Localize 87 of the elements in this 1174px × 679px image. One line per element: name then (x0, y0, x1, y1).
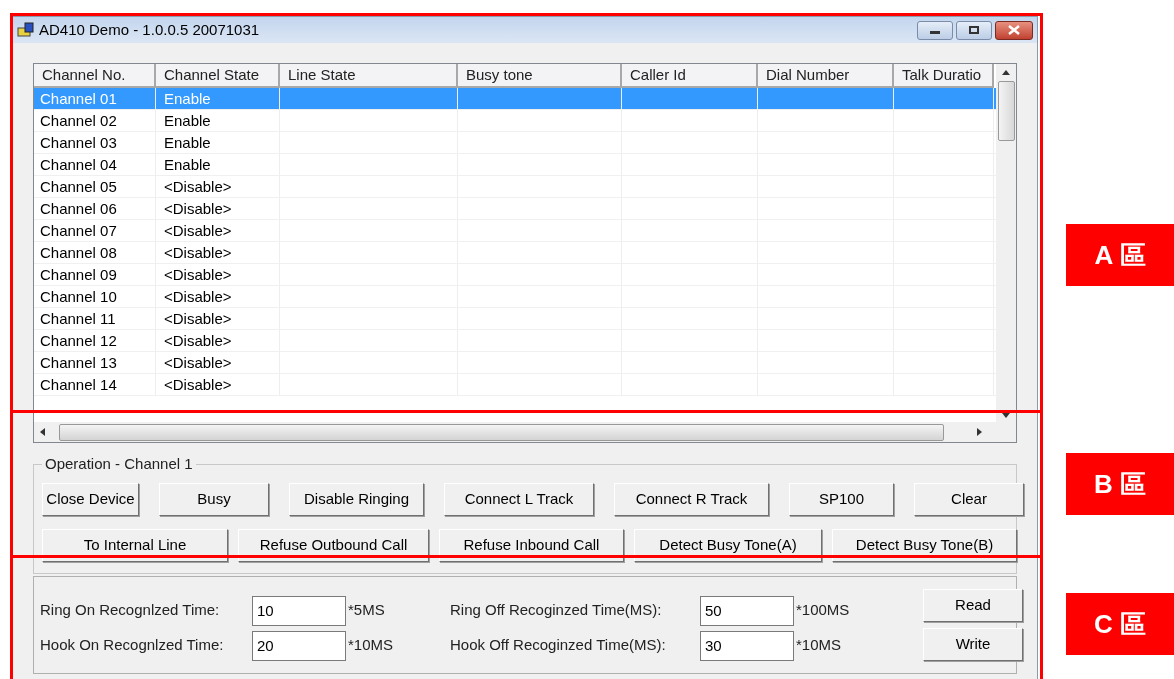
table-cell: <Disable> (156, 374, 280, 395)
action-button[interactable]: Connect R Track (614, 483, 769, 516)
table-cell: Channel 02 (34, 110, 156, 131)
field-label: Ring Off Recoginzed Time(MS): (450, 600, 663, 621)
left-arrow-icon (40, 428, 45, 436)
input-field[interactable]: 30 (700, 630, 794, 661)
table-cell: Channel 03 (34, 132, 156, 153)
scrollbar-thumb[interactable] (59, 423, 944, 441)
phone-app-icon (17, 22, 35, 38)
table-cell: <Disable> (156, 242, 280, 263)
table-cell: Channel 04 (34, 154, 156, 175)
table-cell: Channel 10 (34, 286, 156, 307)
table-cell: Enable (156, 110, 280, 131)
column-header[interactable]: Channel No. (34, 64, 156, 88)
down-arrow-icon (1002, 413, 1010, 418)
action-button[interactable]: Busy (159, 483, 269, 516)
column-header[interactable]: Caller Id (622, 64, 758, 88)
unit-label: *10MS (796, 635, 842, 656)
column-header[interactable]: Line State (280, 64, 458, 88)
table-cell: <Disable> (156, 220, 280, 241)
table-row[interactable]: Channel 10 <Disable> (34, 286, 996, 308)
close-icon (1008, 25, 1020, 35)
table-cell: Channel 07 (34, 220, 156, 241)
table-cell: <Disable> (156, 352, 280, 373)
column-header[interactable]: Talk Duratio (894, 64, 994, 88)
column-header[interactable]: Channel State (156, 64, 280, 88)
action-button[interactable]: Close Device (42, 483, 139, 516)
action-button[interactable]: Clear (914, 483, 1024, 516)
unit-label: *100MS (796, 600, 850, 621)
table-row[interactable]: Channel 04 Enable (34, 154, 996, 176)
field-label: Ring On Recognlzed Time: (40, 600, 221, 621)
region-label: A 區 (1066, 224, 1174, 286)
action-button[interactable]: Disable Ringing (289, 483, 424, 516)
table-row[interactable]: Channel 05 <Disable> (34, 176, 996, 198)
table-cell: <Disable> (156, 308, 280, 329)
minimize-button[interactable] (917, 20, 953, 40)
column-header[interactable]: Dial Number (758, 64, 894, 88)
table-cell: Channel 13 (34, 352, 156, 373)
up-arrow-icon (1002, 70, 1010, 75)
horizontal-scrollbar[interactable] (34, 422, 1016, 442)
unit-label: *5MS (348, 600, 385, 621)
table-cell: Channel 11 (34, 308, 156, 329)
maximize-button[interactable] (956, 20, 992, 40)
table-cell: Enable (156, 88, 280, 109)
table-cell: Channel 09 (34, 264, 156, 285)
field-label: Hook On Recognlzed Time: (40, 635, 225, 656)
table-cell: Channel 08 (34, 242, 156, 263)
table-cell: Channel 06 (34, 198, 156, 219)
table-cell: <Disable> (156, 176, 280, 197)
input-field[interactable]: 50 (700, 595, 794, 626)
region-label: C 區 (1066, 593, 1174, 655)
action-button[interactable]: SP100 (789, 483, 894, 516)
vertical-scrollbar[interactable] (996, 64, 1016, 422)
input-field[interactable]: 10 (252, 595, 346, 626)
action-button[interactable]: Write (923, 628, 1023, 661)
table-cell: Enable (156, 154, 280, 175)
table-row[interactable]: Channel 08 <Disable> (34, 242, 996, 264)
table-row[interactable]: Channel 03 Enable (34, 132, 996, 154)
table-cell: <Disable> (156, 286, 280, 307)
column-header[interactable]: Busy tone (458, 64, 622, 88)
group-title: Operation - Channel 1 (42, 455, 196, 473)
table-cell: <Disable> (156, 198, 280, 219)
table-row[interactable]: Channel 02 Enable (34, 110, 996, 132)
right-arrow-icon (977, 428, 982, 436)
input-field[interactable]: 20 (252, 630, 346, 661)
action-button[interactable]: Connect L Track (444, 483, 594, 516)
table-cell: Channel 01 (34, 88, 156, 109)
scrollbar-thumb[interactable] (997, 81, 1015, 141)
table-row[interactable]: Channel 09 <Disable> (34, 264, 996, 286)
action-button[interactable]: Read (923, 589, 1023, 622)
unit-label: *10MS (348, 635, 394, 656)
table-row[interactable]: Channel 11 <Disable> (34, 308, 996, 330)
table-row[interactable]: Channel 13 <Disable> (34, 352, 996, 374)
table-row[interactable]: Channel 07 <Disable> (34, 220, 996, 242)
table-cell: Channel 12 (34, 330, 156, 351)
table-row[interactable]: Channel 12 <Disable> (34, 330, 996, 352)
table-row[interactable]: Channel 14 <Disable> (34, 374, 996, 396)
table-cell: Channel 05 (34, 176, 156, 197)
table-row[interactable]: Channel 06 <Disable> (34, 198, 996, 220)
table-cell: <Disable> (156, 264, 280, 285)
window-title: AD410 Demo - 1.0.0.5 20071031 (39, 19, 260, 40)
close-button[interactable] (995, 20, 1033, 40)
table-cell: Channel 14 (34, 374, 156, 395)
table-cell: <Disable> (156, 330, 280, 351)
region-label: B 區 (1066, 453, 1174, 515)
table-cell: Enable (156, 132, 280, 153)
field-label: Hook Off Recoginzed Time(MS): (450, 635, 667, 656)
